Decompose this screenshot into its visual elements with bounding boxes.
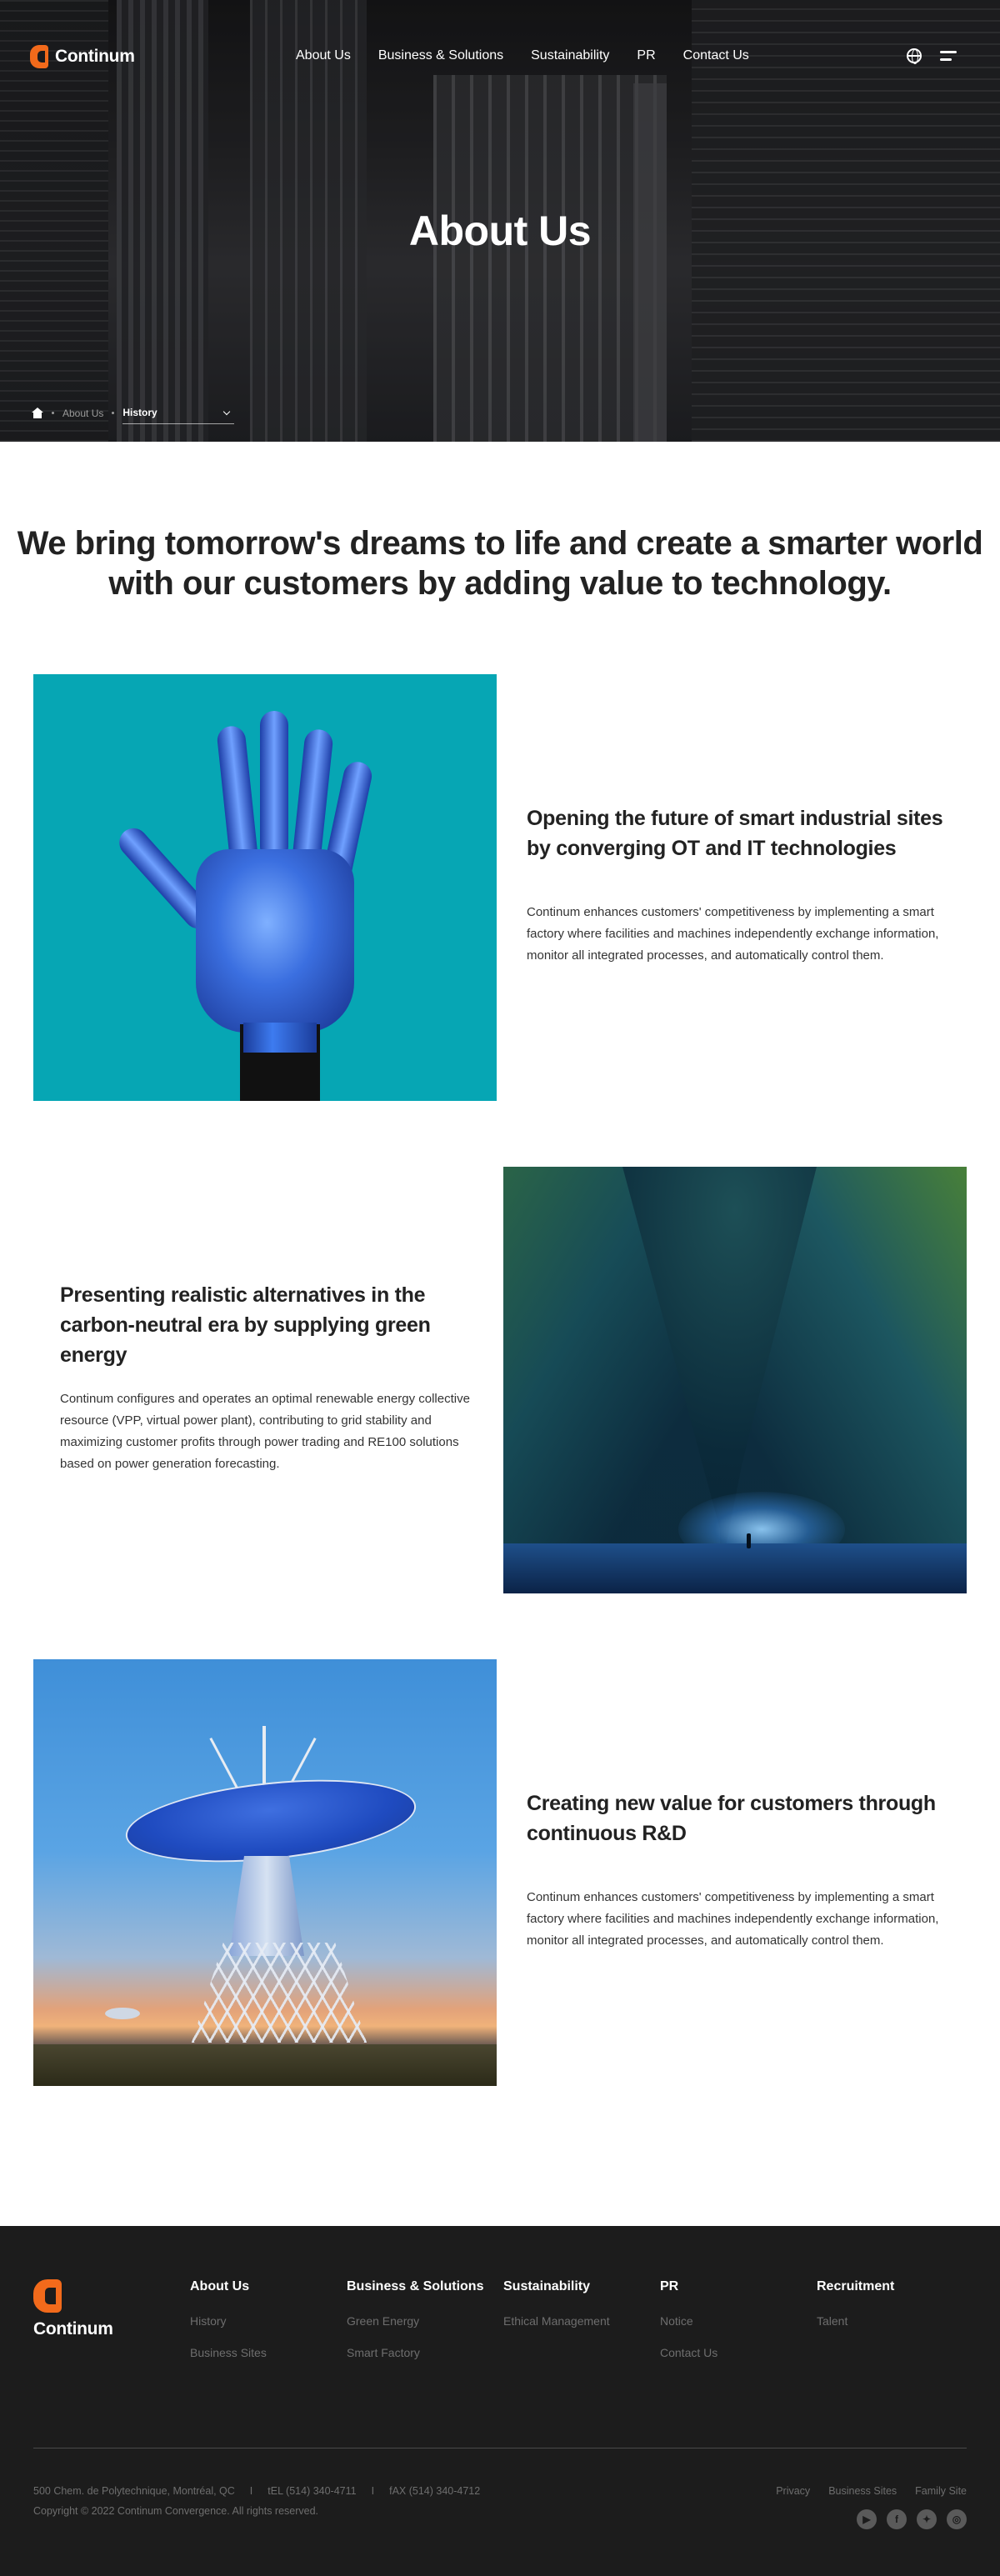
breadcrumb-separator <box>52 412 54 414</box>
footer-column-title[interactable]: Sustainability <box>503 2279 653 2294</box>
twitter-icon[interactable]: ✦ <box>917 2509 937 2529</box>
footer-address: 500 Chem. de Polytechnique, Montréal, QC <box>33 2485 235 2497</box>
feature-title-line: carbon-neutral era by supplying green <box>60 1313 431 1337</box>
top-navigation: Continum About Us Business & Solutions S… <box>0 0 1000 117</box>
hamburger-icon[interactable] <box>940 51 957 61</box>
footer-column-title[interactable]: PR <box>660 2279 810 2294</box>
facebook-icon[interactable]: f <box>887 2509 907 2529</box>
footer-column-about: About Us History Business Sites <box>190 2279 340 2378</box>
feature-title-line: by converging OT and IT technologies <box>527 837 897 860</box>
intro-line: with our customers by adding value to te… <box>108 565 892 602</box>
feature-rnd: Creating new value for customers through… <box>527 1788 960 1952</box>
footer-column-recruitment: Recruitment Talent <box>817 2279 967 2346</box>
youtube-icon[interactable]: ▶ <box>857 2509 877 2529</box>
nav-about-us[interactable]: About Us <box>296 48 351 63</box>
site-footer: Continum About Us History Business Sites… <box>0 2226 1000 2576</box>
site-logo[interactable]: Continum <box>30 45 135 68</box>
intro-statement: We bring tomorrow's dreams to life and c… <box>0 523 1000 603</box>
feature-title: Creating new value for customers through… <box>527 1788 960 1848</box>
footer-column-sustainability: Sustainability Ethical Management <box>503 2279 653 2346</box>
logo-mark-icon <box>30 45 48 68</box>
footer-link-business-sites[interactable]: Business Sites <box>828 2485 897 2497</box>
radio-telescope-image <box>33 1659 497 2086</box>
feature-smart-factory: Opening the future of smart industrial s… <box>527 803 960 967</box>
footer-link[interactable]: Business Sites <box>190 2346 340 2359</box>
feature-body: Continum enhances customers' competitive… <box>527 905 939 963</box>
footer-link-privacy[interactable]: Privacy <box>776 2485 810 2497</box>
chevron-down-icon <box>223 408 231 415</box>
footer-column-business: Business & Solutions Green Energy Smart … <box>347 2279 497 2378</box>
breadcrumb-current: History <box>122 407 158 418</box>
footer-column-title[interactable]: Business & Solutions <box>347 2279 497 2294</box>
footer-tel: tEL (514) 340-4711 <box>268 2485 357 2497</box>
home-icon[interactable] <box>32 408 43 418</box>
nav-contact-us[interactable]: Contact Us <box>683 48 749 63</box>
breadcrumb: About Us History <box>32 402 235 424</box>
instagram-icon[interactable]: ◎ <box>947 2509 967 2529</box>
hero-banner: Continum About Us Business & Solutions S… <box>0 0 1000 442</box>
footer-logo-text: Continum <box>33 2319 113 2338</box>
footer-link[interactable]: Green Energy <box>347 2314 497 2328</box>
page-title: About Us <box>408 208 592 254</box>
footer-link[interactable]: Talent <box>817 2314 967 2328</box>
footer-separator: I <box>371 2485 375 2497</box>
footer-link[interactable]: Contact Us <box>660 2346 810 2359</box>
utility-menu <box>907 48 957 64</box>
breadcrumb-dropdown[interactable]: History <box>122 407 235 424</box>
intro-line: We bring tomorrow's dreams to life and c… <box>17 525 983 562</box>
footer-link[interactable]: Smart Factory <box>347 2346 497 2359</box>
nav-sustainability[interactable]: Sustainability <box>531 48 609 63</box>
logo-text: Continum <box>55 47 135 66</box>
feature-title-line: energy <box>60 1343 128 1367</box>
feature-title-line: continuous R&D <box>527 1822 687 1845</box>
footer-contact-info: 500 Chem. de Polytechnique, Montréal, QC… <box>33 2485 480 2497</box>
footer-link-family-site[interactable]: Family Site <box>915 2485 967 2497</box>
robot-hand-image <box>33 674 497 1101</box>
night-canyon-image <box>503 1167 967 1593</box>
footer-separator: I <box>249 2485 253 2497</box>
feature-title-line: Presenting realistic alternatives in the <box>60 1283 426 1307</box>
footer-fax: fAX (514) 340-4712 <box>389 2485 481 2497</box>
feature-green-energy: Presenting realistic alternatives in the… <box>60 1280 493 1475</box>
nav-business-solutions[interactable]: Business & Solutions <box>378 48 503 63</box>
footer-link[interactable]: History <box>190 2314 340 2328</box>
breadcrumb-separator <box>112 412 115 414</box>
footer-column-pr: PR Notice Contact Us <box>660 2279 810 2378</box>
footer-link[interactable]: Notice <box>660 2314 810 2328</box>
footer-link[interactable]: Ethical Management <box>503 2314 653 2328</box>
feature-title: Presenting realistic alternatives in the… <box>60 1280 493 1370</box>
footer-copyright: Copyright © 2022 Continum Convergence. A… <box>33 2505 319 2517</box>
feature-body: Continum enhances customers' competitive… <box>527 1890 939 1948</box>
feature-body: Continum configures and operates an opti… <box>60 1392 470 1471</box>
breadcrumb-parent[interactable]: About Us <box>62 408 103 419</box>
footer-bottom-links: Privacy Business Sites Family Site <box>776 2485 967 2497</box>
nav-pr[interactable]: PR <box>637 48 655 63</box>
feature-title: Opening the future of smart industrial s… <box>527 803 960 863</box>
footer-column-title[interactable]: About Us <box>190 2279 340 2294</box>
main-menu: About Us Business & Solutions Sustainabi… <box>296 48 749 63</box>
footer-logo[interactable]: Continum <box>33 2279 113 2339</box>
footer-column-title[interactable]: Recruitment <box>817 2279 967 2294</box>
logo-mark-icon <box>33 2279 62 2313</box>
social-links: ▶ f ✦ ◎ <box>857 2509 967 2529</box>
feature-title-line: Creating new value for customers through <box>527 1792 936 1815</box>
feature-title-line: Opening the future of smart industrial s… <box>527 807 943 830</box>
globe-icon[interactable] <box>907 48 922 64</box>
